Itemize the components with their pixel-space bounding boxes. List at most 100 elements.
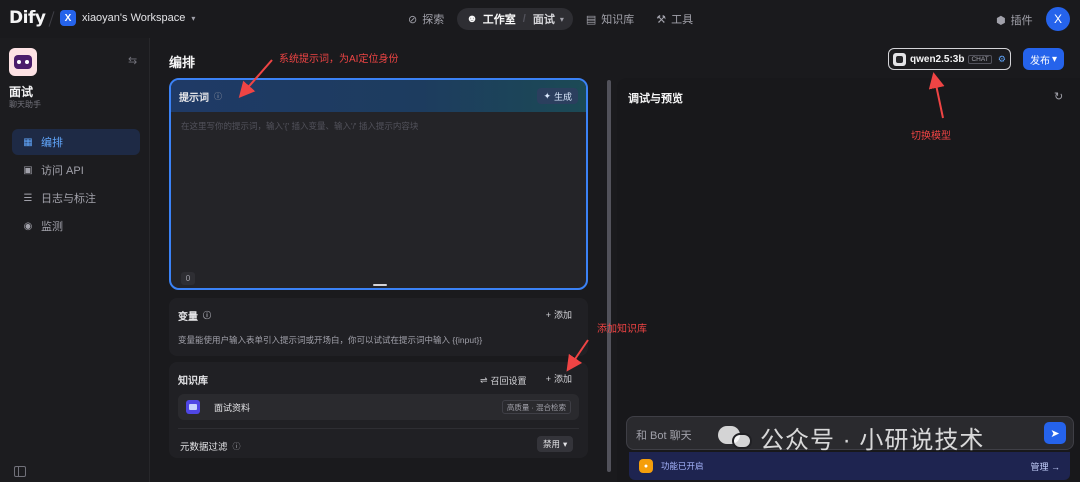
page-title: 编排: [169, 55, 196, 70]
scrollbar[interactable]: [607, 80, 611, 472]
knowledge-title: 知识库: [178, 376, 208, 387]
log-icon: ☰: [23, 192, 33, 204]
main-nav: ⊘ 探索 ☻ 工作室 / 面试 ▾ ▤ 知识库 ⚒ 工具: [399, 8, 702, 30]
knowledge-card: 知识库 ⇌ 召回设置 + 添加 面试资料 高质量 · 混合检索 元数据过滤 ⓘ …: [169, 362, 588, 458]
publish-button[interactable]: 发布 ▾: [1023, 48, 1064, 70]
sidebar-item-logs[interactable]: ☰ 日志与标注: [12, 185, 140, 211]
knowledge-item[interactable]: 面试资料 高质量 · 混合检索: [178, 394, 579, 420]
info-icon: ⓘ: [232, 441, 241, 451]
metadata-filter-value: 禁用: [543, 439, 561, 449]
nav-tools-label: 工具: [671, 14, 694, 26]
recall-settings-button[interactable]: ⇌ 召回设置: [480, 374, 527, 387]
prompt-input[interactable]: 在这里写你的提示词，输入'{' 插入变量、输入'/' 插入提示内容块: [181, 120, 418, 132]
sidebar-item-monitor[interactable]: ◉ 监测: [12, 213, 140, 239]
sidebar-item-api[interactable]: ▣ 访问 API: [12, 157, 140, 183]
plugin-label: 插件: [1010, 15, 1033, 27]
send-button[interactable]: ➤: [1044, 422, 1066, 444]
sidebar-item-orchestrate[interactable]: ▦ 编排: [12, 129, 140, 155]
workspace-name: xiaoyan's Workspace: [82, 12, 186, 24]
add-variable-button[interactable]: + 添加: [546, 308, 572, 321]
app-icon: [9, 48, 37, 76]
book-icon: ▤: [585, 13, 597, 26]
chevron-down-icon: ▾: [559, 14, 564, 24]
chevron-down-icon: ▾: [563, 438, 568, 449]
variables-title: 变量 ⓘ: [178, 308, 211, 323]
plus-icon: +: [545, 309, 551, 320]
sliders-icon: ⇌: [480, 375, 488, 385]
generate-button[interactable]: ✦ 生成: [537, 88, 578, 104]
manage-label: 管理: [1030, 461, 1049, 472]
feature-bar: ● 功能已开启 管理 →: [629, 452, 1070, 480]
prompt-title: 提示词: [179, 92, 209, 104]
info-icon: ⓘ: [214, 91, 222, 101]
recall-label: 召回设置: [490, 376, 527, 386]
generate-label: 生成: [553, 91, 572, 102]
chevron-down-icon: ▾: [1051, 53, 1058, 65]
refresh-icon[interactable]: ↻: [1054, 90, 1063, 103]
top-bar: Dify X xiaoyan's Workspace ▾ ⊘ 探索 ☻ 工作室 …: [0, 0, 1080, 38]
nav-studio-app[interactable]: 面试: [533, 11, 555, 27]
logo-separator: [48, 11, 55, 27]
chat-placeholder: 和 Bot 聊天: [636, 430, 692, 442]
sparkle-icon: ✦: [543, 90, 551, 101]
add-knowledge-button[interactable]: + 添加: [546, 372, 572, 385]
sidebar-item-label: 监测: [41, 221, 63, 233]
kb-annotation: 添加知识库: [597, 324, 647, 335]
compass-icon: ⊘: [408, 13, 418, 26]
debug-title: 调试与预览: [628, 93, 683, 105]
user-avatar[interactable]: X: [1046, 7, 1070, 31]
model-selector-button[interactable]: qwen2.5:3b CHAT ⚙: [888, 48, 1011, 70]
nav-explore-label: 探索: [422, 14, 445, 26]
nav-studio-label: 工作室: [482, 14, 516, 26]
layout-icon: ▦: [23, 136, 33, 148]
dify-logo[interactable]: Dify: [9, 8, 46, 28]
metadata-filter-select[interactable]: 禁用 ▾: [537, 436, 574, 452]
app-type: 聊天助手: [9, 100, 41, 109]
metadata-filter-label: 元数据过滤 ⓘ: [180, 439, 241, 454]
monitor-icon: ◉: [23, 220, 33, 232]
feature-icon: ●: [639, 459, 653, 473]
workspace-avatar: X: [60, 10, 76, 26]
resize-handle[interactable]: [373, 284, 387, 286]
nav-explore[interactable]: ⊘ 探索: [399, 8, 453, 30]
sidebar-item-label: 编排: [41, 137, 63, 149]
nav-divider: /: [522, 13, 526, 25]
app-name: 面试: [9, 85, 34, 99]
plus-icon: +: [545, 373, 551, 384]
variables-title-text: 变量: [178, 312, 198, 323]
add-label: 添加: [553, 374, 572, 384]
chevron-down-icon: ▾: [191, 13, 196, 23]
knowledge-item-name: 面试资料: [214, 402, 251, 413]
sidebar: ⇆ 面试 聊天助手 ▦ 编排 ▣ 访问 API ☰ 日志与标注 ◉ 监测: [0, 38, 150, 482]
send-icon: ➤: [1050, 427, 1060, 440]
robot-icon: ☻: [466, 13, 478, 25]
sidebar-item-label: 日志与标注: [41, 193, 96, 205]
terminal-icon: ▣: [23, 164, 33, 176]
settings-sliders-icon: ⚙: [997, 53, 1006, 64]
nav-studio[interactable]: ☻ 工作室 / 面试 ▾: [457, 8, 573, 30]
model-name: qwen2.5:3b: [910, 53, 965, 65]
sidebar-menu: ▦ 编排 ▣ 访问 API ☰ 日志与标注 ◉ 监测: [12, 129, 140, 241]
prompt-header: 提示词 ⓘ ✦ 生成: [171, 80, 586, 112]
cube-icon: ⬢: [996, 14, 1006, 27]
chat-input[interactable]: 和 Bot 聊天 ➤: [626, 416, 1074, 450]
hammer-icon: ⚒: [656, 13, 667, 26]
knowledge-item-tag: 高质量 · 混合检索: [501, 400, 571, 414]
add-label: 添加: [553, 310, 572, 320]
workspace-switcher[interactable]: X xiaoyan's Workspace ▾: [60, 10, 195, 26]
metadata-filter-text: 元数据过滤: [180, 442, 228, 453]
prompt-char-count: 0: [181, 272, 195, 285]
plugin-link[interactable]: ⬢ 插件: [996, 12, 1033, 28]
prompt-editor-card: 提示词 ⓘ ✦ 生成 在这里写你的提示词，输入'{' 插入变量、输入'/' 插入…: [169, 78, 588, 290]
divider: [178, 428, 579, 429]
model-mode-tag: CHAT: [968, 54, 992, 64]
folder-icon: [186, 400, 200, 414]
nav-knowledge[interactable]: ▤ 知识库: [577, 8, 643, 30]
collapse-sidebar-icon[interactable]: [14, 466, 26, 477]
manage-link[interactable]: 管理 →: [1030, 460, 1060, 473]
info-icon: ⓘ: [203, 311, 211, 320]
settings-sliders-icon[interactable]: ⇆: [128, 54, 137, 67]
variables-description: 变量能使用户输入表单引入提示词或开场白，你可以试试在提示词中输入 {{input…: [178, 335, 483, 345]
nav-tools[interactable]: ⚒ 工具: [647, 8, 702, 30]
prompt-annotation: 系统提示词，为AI定位身份: [279, 54, 399, 65]
